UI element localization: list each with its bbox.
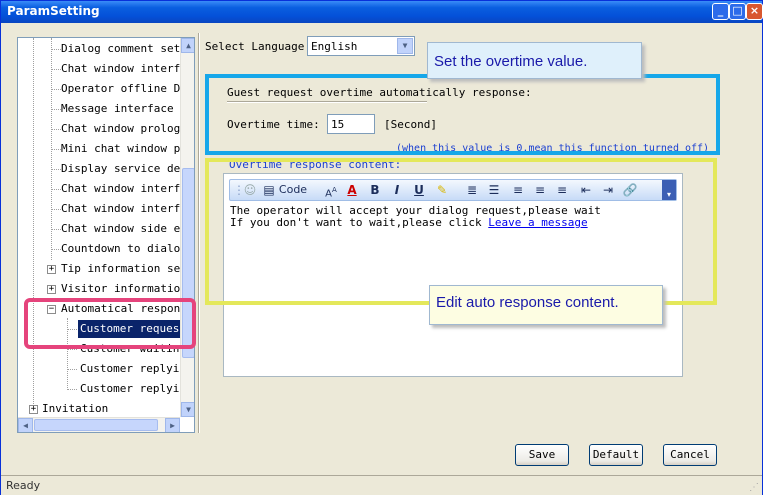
tree-item[interactable]: Customer replying (80, 379, 193, 399)
tree-connector (51, 69, 61, 70)
tree-connector (51, 49, 61, 50)
expand-icon[interactable]: + (29, 405, 38, 414)
expand-icon[interactable]: + (47, 285, 56, 294)
tree-item[interactable]: Chat window prologue (61, 119, 193, 139)
pane-divider[interactable] (198, 33, 200, 433)
chevron-down-icon[interactable]: ▼ (397, 38, 413, 54)
scroll-down-icon[interactable]: ▼ (181, 402, 194, 417)
tree-item[interactable]: Chat window side edg (61, 219, 193, 239)
tree-connector (51, 89, 61, 90)
tree-horizontal-scrollbar[interactable]: ◀ ▶ (18, 417, 180, 432)
close-icon[interactable]: × (746, 3, 763, 20)
scroll-left-icon[interactable]: ◀ (18, 418, 33, 432)
tree-item[interactable]: Display service depa (61, 159, 193, 179)
tree-connector (67, 389, 77, 390)
tree-connector (51, 229, 61, 230)
tree-connector (51, 189, 61, 190)
tree-guide-line (33, 38, 34, 410)
overtime-callout: Set the overtime value. (427, 42, 642, 79)
param-setting-window: ParamSetting _ □ × Dialog comment setti … (0, 0, 763, 495)
selected-item-highlight-box (24, 298, 196, 349)
tree-item[interactable]: Message interface se (61, 99, 193, 119)
content-callout: Edit auto response content. (429, 285, 663, 325)
minimize-icon[interactable]: _ (712, 3, 729, 20)
tree-connector (51, 169, 61, 170)
tree-item[interactable]: Tip information sett (61, 259, 193, 279)
tree-connector (51, 249, 61, 250)
content-highlight-box (205, 158, 717, 305)
status-bar: Ready ⋰ (1, 475, 762, 495)
settings-tree[interactable]: Dialog comment setti Chat window interfa… (17, 37, 195, 433)
language-label: Select Language (205, 40, 305, 53)
tree-connector (51, 209, 61, 210)
language-value: English (311, 40, 358, 53)
overtime-highlight-box (205, 74, 720, 155)
cancel-button[interactable]: Cancel (663, 444, 717, 466)
tree-item[interactable]: Chat window interfac (61, 199, 193, 219)
tree-item[interactable]: Operator offline Dis (61, 79, 193, 99)
tree-item[interactable]: Dialog comment setti (61, 39, 193, 59)
tree-vertical-scrollbar[interactable]: ▲ ▼ (180, 38, 194, 417)
tree-connector (51, 129, 61, 130)
tree-connector (67, 349, 77, 350)
resize-grip-icon[interactable]: ⋰ (749, 482, 759, 493)
window-title: ParamSetting (7, 4, 100, 18)
tree-item[interactable]: Chat window interfac (61, 59, 193, 79)
tree-connector (51, 109, 61, 110)
tree-item[interactable]: Chat window interfac (61, 179, 193, 199)
tree-item[interactable]: Mini chat window pro (61, 139, 193, 159)
language-select[interactable]: English ▼ (307, 36, 415, 56)
tree-connector (67, 369, 77, 370)
scroll-right-icon[interactable]: ▶ (165, 418, 180, 432)
title-bar[interactable]: ParamSetting _ □ × (1, 1, 763, 23)
default-button[interactable]: Default (589, 444, 643, 466)
tree-item[interactable]: Invitation (42, 399, 108, 419)
scroll-thumb[interactable] (34, 419, 158, 431)
save-button[interactable]: Save (515, 444, 569, 466)
status-text: Ready (6, 479, 41, 492)
maximize-icon[interactable]: □ (729, 3, 746, 20)
tree-item[interactable]: Customer replying (80, 359, 193, 379)
scroll-up-icon[interactable]: ▲ (181, 38, 194, 53)
expand-icon[interactable]: + (47, 265, 56, 274)
tree-item[interactable]: Visitor information (61, 279, 187, 299)
tree-item[interactable]: Countdown to dialog (61, 239, 187, 259)
tree-connector (51, 149, 61, 150)
